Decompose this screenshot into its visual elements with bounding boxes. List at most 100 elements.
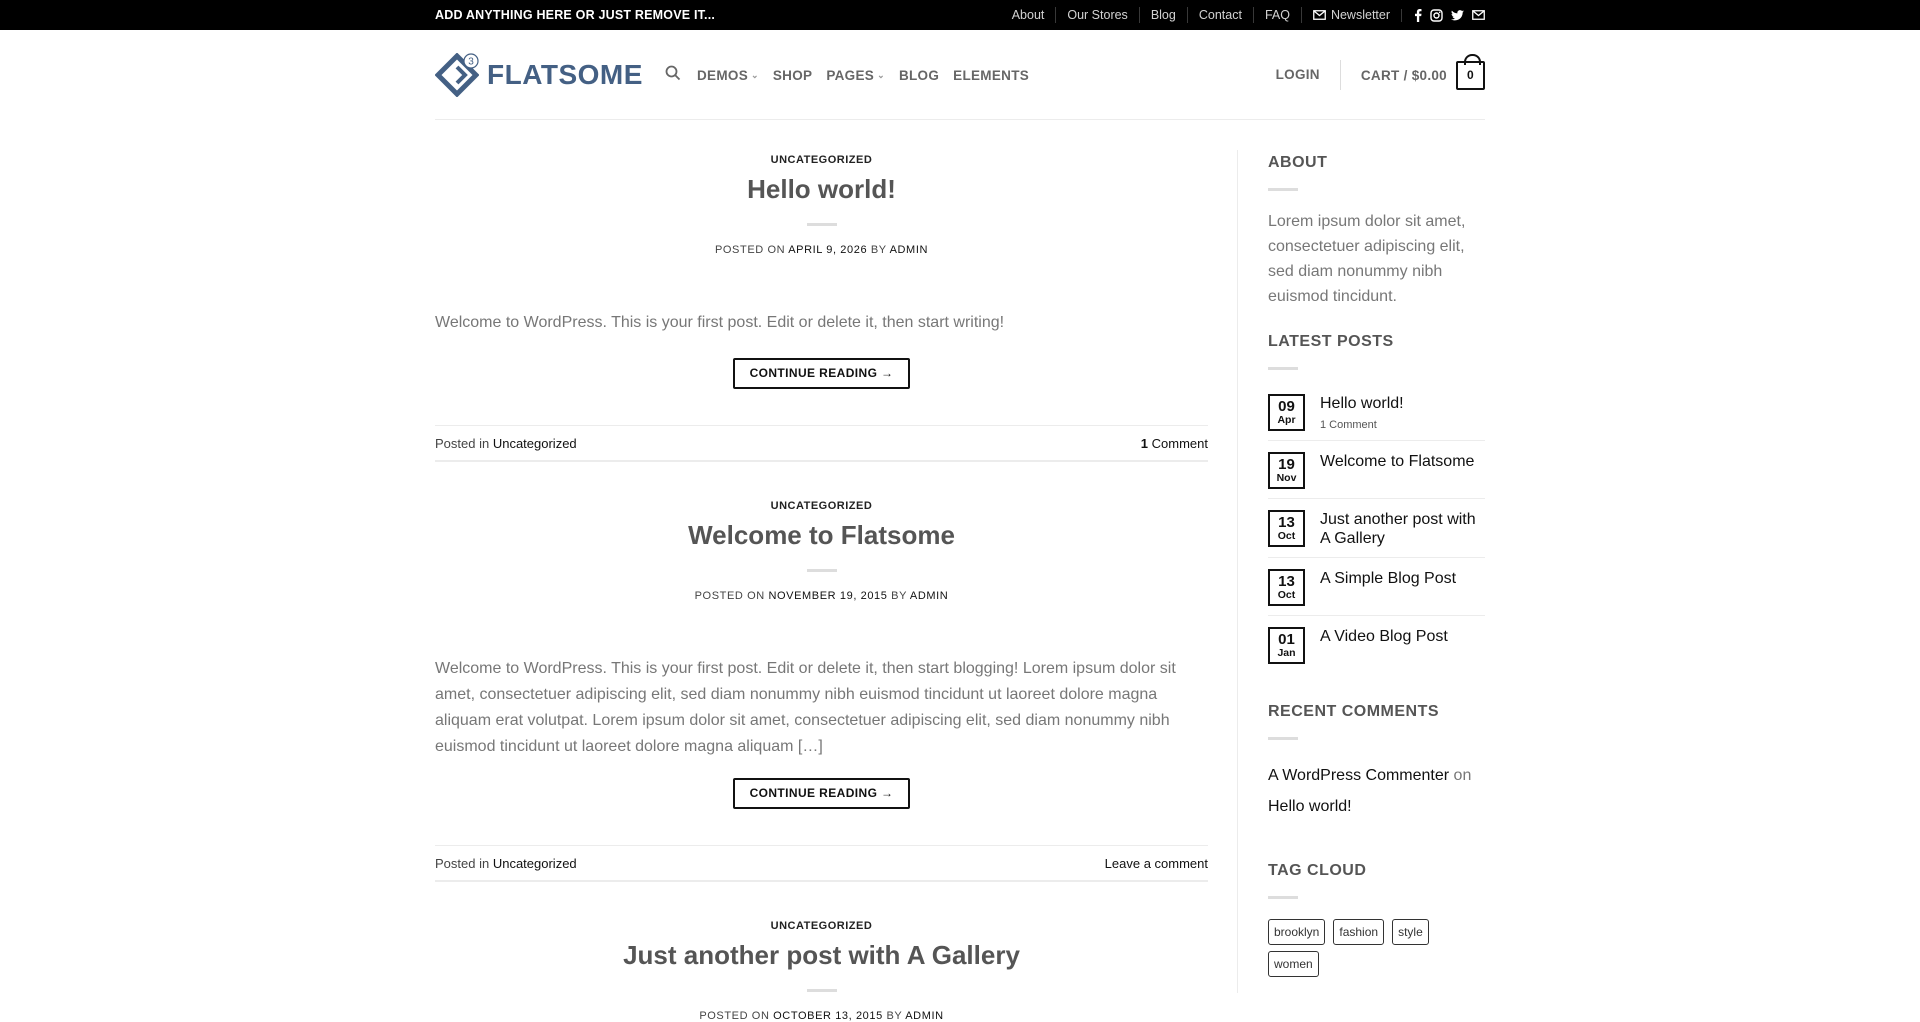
recent-comment: A WordPress Commenter on Hello world! xyxy=(1268,760,1485,822)
latest-post-item[interactable]: 09 Apr Hello world! 1 Comment xyxy=(1268,385,1485,441)
post-title-link[interactable]: Hello world! xyxy=(747,174,896,204)
leave-comment-link[interactable]: Leave a comment xyxy=(1105,856,1208,871)
posted-in-label: Posted in xyxy=(435,435,490,451)
about-widget: ABOUT Lorem ipsum dolor sit amet, consec… xyxy=(1268,154,1485,309)
latest-post-item[interactable]: 19 Nov Welcome to Flatsome xyxy=(1268,441,1485,499)
cart-label: CART / $0.00 xyxy=(1360,67,1447,83)
search-icon[interactable] xyxy=(665,65,681,86)
social-icons xyxy=(1401,8,1485,22)
post-author[interactable]: ADMIN xyxy=(890,244,928,256)
post-category[interactable]: UNCATEGORIZED xyxy=(771,154,873,166)
post-footer: Posted in Uncategorized 1 Comment xyxy=(435,425,1208,462)
latest-post-item[interactable]: 13 Oct Just another post with A Gallery xyxy=(1268,499,1485,558)
comments-link[interactable]: 1 Comment xyxy=(1141,436,1208,451)
widget-divider xyxy=(1268,896,1298,899)
latest-post-title[interactable]: Just another post with A Gallery xyxy=(1320,511,1476,547)
topbar-link-about[interactable]: About xyxy=(1012,7,1056,23)
post-date[interactable]: OCTOBER 13, 2015 xyxy=(773,1010,883,1022)
comment-author[interactable]: A WordPress Commenter xyxy=(1268,767,1449,784)
site-header: 3 FLATSOME DEMOS ⌄ SHOP PAGES ⌄ BLOG ELEME… xyxy=(435,30,1485,120)
chevron-down-icon: ⌄ xyxy=(751,69,759,80)
nav-pages-label: PAGES xyxy=(826,67,875,83)
nav-pages[interactable]: PAGES ⌄ xyxy=(826,68,885,83)
topbar-link-faq[interactable]: FAQ xyxy=(1252,7,1301,23)
logo-badge: 3 xyxy=(468,57,474,68)
by-label: BY xyxy=(891,590,907,602)
logo-text: FLATSOME xyxy=(487,59,643,90)
post-category[interactable]: UNCATEGORIZED xyxy=(771,920,873,932)
tag-women[interactable]: women xyxy=(1268,951,1319,977)
blog-posts: UNCATEGORIZED Hello world! POSTED ON APR… xyxy=(435,150,1208,1022)
topbar-link-contact[interactable]: Contact xyxy=(1186,7,1253,23)
widget-divider xyxy=(1268,737,1298,740)
nav-demos-label: DEMOS xyxy=(697,67,749,83)
topbar-link-newsletter[interactable]: Newsletter xyxy=(1300,7,1401,23)
topbar-nav: About Our Stores Blog Contact FAQ Newsle… xyxy=(1012,0,1485,30)
post-date[interactable]: APRIL 9, 2026 xyxy=(788,244,867,256)
continue-reading-button[interactable]: CONTINUE READING → xyxy=(732,358,911,389)
post-title-link[interactable]: Just another post with A Gallery xyxy=(623,940,1020,970)
login-link[interactable]: LOGIN xyxy=(1276,60,1341,90)
topbar-link-our-stores[interactable]: Our Stores xyxy=(1055,7,1138,23)
title-divider xyxy=(806,569,837,572)
post-author[interactable]: ADMIN xyxy=(905,1010,943,1022)
nav-shop[interactable]: SHOP xyxy=(773,68,812,83)
post-title: Hello world! xyxy=(435,174,1208,205)
instagram-icon[interactable] xyxy=(1430,8,1443,22)
latest-post-title[interactable]: Welcome to Flatsome xyxy=(1320,453,1474,470)
nav-elements[interactable]: ELEMENTS xyxy=(953,68,1029,83)
flatsome-logo-icon: 3 xyxy=(435,53,479,97)
post-meta: POSTED ON NOVEMBER 19, 2015 BY ADMIN xyxy=(435,590,1208,602)
date-month: Jan xyxy=(1277,646,1296,659)
continue-reading-button[interactable]: CONTINUE READING → xyxy=(732,778,911,809)
topbar-message: ADD ANYTHING HERE OR JUST REMOVE IT... xyxy=(435,8,716,22)
tag-brooklyn[interactable]: brooklyn xyxy=(1268,919,1326,945)
latest-post-title[interactable]: Hello world! xyxy=(1320,395,1404,412)
recent-comments-widget: RECENT COMMENTS A WordPress Commenter on… xyxy=(1268,703,1485,822)
date-badge: 09 Apr xyxy=(1268,394,1305,431)
post: UNCATEGORIZED Hello world! POSTED ON APR… xyxy=(435,150,1208,462)
posted-on-label: POSTED ON xyxy=(699,1010,770,1022)
nav-elements-label: ELEMENTS xyxy=(953,67,1030,83)
latest-post-item[interactable]: 01 Jan A Video Blog Post xyxy=(1268,616,1485,673)
date-month: Oct xyxy=(1277,529,1296,542)
widget-title: TAG CLOUD xyxy=(1268,862,1367,879)
tag-style[interactable]: style xyxy=(1392,919,1429,945)
date-day: 19 xyxy=(1278,455,1295,473)
posted-in-category[interactable]: Uncategorized xyxy=(493,436,577,451)
date-month: Apr xyxy=(1277,413,1296,426)
header-right: LOGIN CART / $0.00 0 xyxy=(1276,30,1485,120)
latest-post-item[interactable]: 13 Oct A Simple Blog Post xyxy=(1268,558,1485,616)
cart-link[interactable]: CART / $0.00 0 xyxy=(1341,53,1485,90)
tag-fashion[interactable]: fashion xyxy=(1333,919,1385,945)
facebook-icon[interactable] xyxy=(1414,8,1422,22)
post-category[interactable]: UNCATEGORIZED xyxy=(771,500,873,512)
widget-divider xyxy=(1268,188,1298,191)
posted-on-label: POSTED ON xyxy=(694,590,765,602)
posted-in-category[interactable]: Uncategorized xyxy=(493,856,577,871)
latest-post-title[interactable]: A Simple Blog Post xyxy=(1320,570,1456,587)
main-nav: DEMOS ⌄ SHOP PAGES ⌄ BLOG ELEMENTS xyxy=(665,30,1029,120)
email-icon[interactable] xyxy=(1472,10,1485,20)
comments-count: 1 xyxy=(1140,435,1149,451)
posted-in: Posted in Uncategorized xyxy=(435,856,577,871)
post-footer: Posted in Uncategorized Leave a comment xyxy=(435,845,1208,882)
tag-list: brooklyn fashion style women xyxy=(1268,919,1468,977)
comment-on-label: on xyxy=(1453,767,1472,784)
date-badge: 13 Oct xyxy=(1268,510,1305,547)
by-label: BY xyxy=(870,244,887,256)
nav-blog[interactable]: BLOG xyxy=(899,68,939,83)
comment-post-link[interactable]: Hello world! xyxy=(1268,798,1352,815)
tag-cloud-widget: TAG CLOUD brooklyn fashion style women xyxy=(1268,862,1485,977)
post-title-link[interactable]: Welcome to Flatsome xyxy=(688,520,955,550)
post-author[interactable]: ADMIN xyxy=(910,590,948,602)
latest-post-title[interactable]: A Video Blog Post xyxy=(1320,628,1448,645)
date-day: 13 xyxy=(1278,513,1295,531)
site-logo[interactable]: 3 FLATSOME xyxy=(435,53,643,97)
latest-posts-widget: LATEST POSTS 09 Apr Hello world! 1 Comment… xyxy=(1268,333,1485,673)
twitter-icon[interactable] xyxy=(1451,9,1464,21)
post: UNCATEGORIZED Welcome to Flatsome POSTED… xyxy=(435,496,1208,882)
nav-demos[interactable]: DEMOS ⌄ xyxy=(697,68,759,83)
topbar-link-blog[interactable]: Blog xyxy=(1138,7,1187,23)
post-date[interactable]: NOVEMBER 19, 2015 xyxy=(768,590,887,602)
